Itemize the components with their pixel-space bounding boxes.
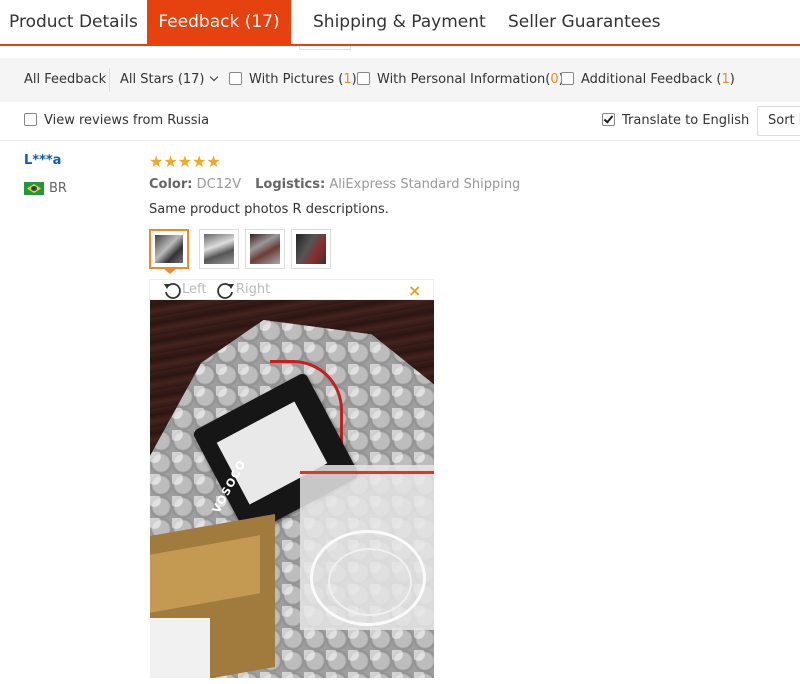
additional-feedback-label: Additional Feedback ( — [581, 72, 722, 87]
tab-shipping-payment[interactable]: Shipping & Payment — [313, 0, 486, 44]
tab-feedback[interactable]: Feedback (17) — [147, 0, 291, 44]
feedback-options-row: View reviews from Russia Translate to En… — [0, 102, 800, 141]
with-personal-info-label: With Personal Information( — [377, 72, 551, 87]
brazil-flag-icon — [24, 182, 44, 195]
rotate-right-icon — [217, 283, 234, 299]
rotate-right-label: Right — [236, 282, 271, 297]
review-photo-thumbnail[interactable] — [245, 229, 285, 269]
translate-checkbox[interactable] — [602, 113, 615, 126]
feedback-filter-bar: All Feedback All Stars (17) With Picture… — [0, 58, 800, 102]
sort-dropdown[interactable]: Sort by — [757, 106, 800, 136]
with-personal-info-filter[interactable]: With Personal Information(0) — [357, 58, 564, 102]
review-photo-thumbnail[interactable] — [291, 229, 331, 269]
tab-seller-guarantees[interactable]: Seller Guarantees — [508, 0, 661, 44]
tab-divider — [299, 46, 351, 50]
thumbnail-image — [296, 234, 326, 264]
color-value: DC12V — [196, 177, 242, 192]
thumbnail-image — [155, 235, 183, 263]
with-pictures-count: 1 — [343, 72, 352, 87]
all-stars-label: All Stars (17) — [120, 72, 205, 87]
with-pictures-checkbox[interactable] — [229, 72, 242, 85]
with-pictures-filter[interactable]: With Pictures (1) — [229, 58, 357, 102]
product-tabs: Product Details Feedback (17) Shipping &… — [0, 0, 800, 46]
rotate-left-label: Left — [182, 282, 207, 297]
translate-label: Translate to English — [622, 113, 750, 128]
review-photo-large: VOSOCO — [150, 300, 434, 678]
review-text: Same product photos R descriptions. — [149, 202, 389, 217]
review-photo-thumbnail[interactable] — [199, 229, 239, 269]
close-viewer-button[interactable]: × — [408, 280, 421, 300]
star-icon: ★★★★★ — [149, 152, 221, 171]
with-personal-info-checkbox[interactable] — [357, 72, 370, 85]
review-meta: Color: DC12V Logistics: AliExpress Standa… — [149, 177, 520, 192]
all-stars-dropdown[interactable]: All Stars (17) — [120, 58, 218, 102]
additional-feedback-filter[interactable]: Additional Feedback (1) — [561, 58, 735, 102]
view-reviews-russia-checkbox[interactable] — [24, 113, 37, 126]
with-pictures-suffix: ) — [351, 72, 357, 87]
additional-feedback-count: 1 — [721, 72, 730, 87]
chevron-down-icon — [209, 72, 218, 82]
filter-divider — [109, 68, 110, 92]
view-reviews-russia-label: View reviews from Russia — [44, 113, 210, 128]
with-personal-info-count: 0 — [550, 72, 559, 87]
color-label: Color: — [149, 177, 193, 192]
rotate-left-button[interactable]: Left — [162, 280, 206, 300]
tab-product-details[interactable]: Product Details — [9, 0, 138, 44]
photo-viewer-toolbar: Left Right × — [149, 279, 434, 300]
active-thumbnail-pointer — [163, 268, 177, 274]
rotate-right-button[interactable]: Right — [216, 280, 270, 300]
thumbnail-image — [204, 234, 234, 264]
logistics-value: AliExpress Standard Shipping — [329, 177, 521, 192]
rating-stars: ★★★★★ — [149, 152, 221, 171]
logistics-label: Logistics: — [255, 177, 326, 192]
all-feedback-filter[interactable]: All Feedback — [24, 58, 106, 102]
reviewer-country: BR — [49, 181, 67, 196]
additional-feedback-checkbox[interactable] — [561, 72, 574, 85]
with-pictures-label: With Pictures ( — [249, 72, 344, 87]
translate-option[interactable]: Translate to English — [602, 102, 749, 140]
thumbnail-image — [250, 234, 280, 264]
reviewer-name[interactable]: L***a — [24, 153, 61, 168]
additional-feedback-suffix: ) — [729, 72, 735, 87]
view-reviews-russia[interactable]: View reviews from Russia — [24, 102, 209, 140]
review-photo-thumbnail[interactable] — [149, 229, 189, 269]
rotate-left-icon — [164, 283, 181, 299]
